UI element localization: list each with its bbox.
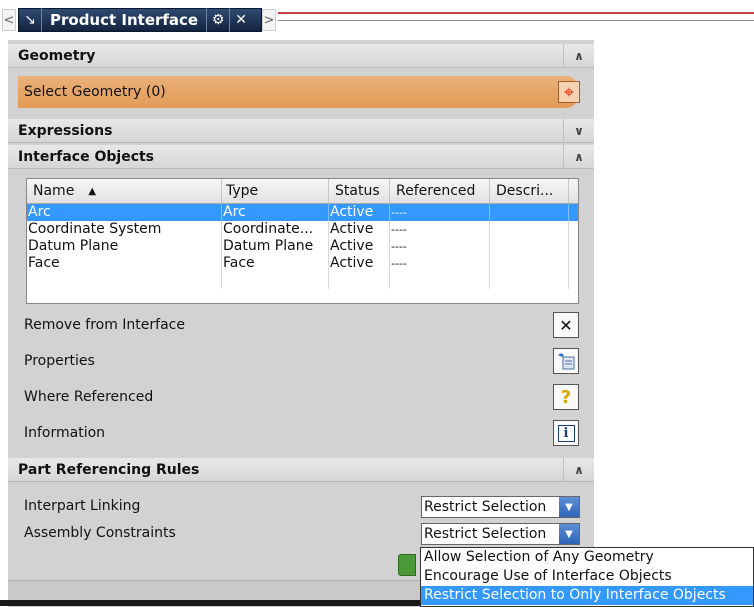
title-divider xyxy=(278,12,754,21)
section-expressions-header[interactable]: Expressions ∨ xyxy=(8,119,594,143)
section-geometry-label: Geometry xyxy=(18,47,96,64)
cell-name: Face xyxy=(27,255,222,272)
chevron-up-icon[interactable]: ∧ xyxy=(563,458,594,481)
cell-description xyxy=(490,255,569,272)
panel-title: Product Interface xyxy=(42,8,208,32)
table-row[interactable]: Arc Arc Active ---- xyxy=(27,204,578,221)
information-row: Information xyxy=(24,418,105,448)
section-part-referencing-rules-label: Part Referencing Rules xyxy=(18,461,200,478)
where-referenced-button[interactable]: ? xyxy=(553,384,579,410)
section-part-referencing-rules-header[interactable]: Part Referencing Rules ∧ xyxy=(8,458,594,482)
cell-name: Coordinate System xyxy=(27,221,222,238)
interpart-linking-value: Restrict Selection xyxy=(424,499,547,515)
product-interface-tab[interactable]: ↘ Product Interface ⚙ ✕ xyxy=(18,8,262,32)
information-button[interactable]: i xyxy=(553,420,579,446)
chevron-down-icon[interactable]: ∨ xyxy=(563,119,594,142)
cell-empty xyxy=(27,272,222,289)
cell-type: Arc xyxy=(222,204,329,221)
cell-description xyxy=(490,204,569,221)
remove-from-interface-label: Remove from Interface xyxy=(24,317,185,333)
information-label: Information xyxy=(24,425,106,441)
column-header-type[interactable]: Type xyxy=(222,179,329,203)
interpart-linking-select[interactable]: Restrict Selection ▼ xyxy=(421,496,580,518)
dropdown-option-selected[interactable]: Restrict Selection to Only Interface Obj… xyxy=(421,586,753,605)
section-interface-objects-label: Interface Objects xyxy=(18,148,155,165)
select-geometry-label: Select Geometry (0) xyxy=(24,84,166,100)
assembly-constraints-label: Assembly Constraints xyxy=(24,525,176,541)
properties-icon xyxy=(558,353,575,370)
dropdown-option[interactable]: Allow Selection of Any Geometry xyxy=(421,548,753,567)
cell-referenced: ---- xyxy=(390,255,490,272)
product-interface-panel: Geometry ∧ Select Geometry (0) ⌖ Express… xyxy=(8,40,594,607)
cell-status: Active xyxy=(329,255,390,272)
cell-referenced: ---- xyxy=(390,238,490,255)
section-interface-objects-header[interactable]: Interface Objects ∧ xyxy=(8,145,594,169)
ok-button[interactable] xyxy=(398,554,416,576)
close-icon[interactable]: ✕ xyxy=(230,8,252,32)
cell-referenced: ---- xyxy=(390,221,490,238)
dropdown-option[interactable]: Encourage Use of Interface Objects xyxy=(421,567,753,586)
cell-status: Active xyxy=(329,204,390,221)
properties-row: Properties xyxy=(24,346,95,376)
cell-status: Active xyxy=(329,238,390,255)
remove-x-icon: ✕ xyxy=(559,315,573,335)
crosshair-icon[interactable]: ⌖ xyxy=(558,81,580,103)
column-header-description[interactable]: Descri... xyxy=(490,179,569,203)
column-header-referenced[interactable]: Referenced xyxy=(390,179,490,203)
chevron-up-icon[interactable]: ∧ xyxy=(563,44,594,67)
gear-icon[interactable]: ⚙ xyxy=(207,8,231,32)
where-referenced-row: Where Referenced xyxy=(24,382,153,412)
dropdown-options-list[interactable]: Allow Selection of Any Geometry Encourag… xyxy=(420,547,754,607)
dropdown-arrow-icon[interactable]: ▼ xyxy=(559,497,579,517)
cell-type: Coordinate... xyxy=(222,221,329,238)
cell-referenced: ---- xyxy=(390,204,490,221)
assembly-constraints-select[interactable]: Restrict Selection ▼ xyxy=(421,523,580,545)
interface-objects-table[interactable]: Name ▲ Type Status Referenced Descri... … xyxy=(26,178,579,304)
cell-description xyxy=(490,238,569,255)
nav-left-button[interactable]: < xyxy=(2,9,16,31)
info-icon: i xyxy=(557,424,575,442)
pin-icon[interactable]: ↘ xyxy=(19,8,42,32)
question-mark-icon: ? xyxy=(560,386,572,408)
cell-name: Arc xyxy=(27,204,222,221)
cell-empty xyxy=(222,272,329,289)
cell-empty xyxy=(329,272,390,289)
cell-empty xyxy=(490,272,569,289)
column-header-status[interactable]: Status xyxy=(329,179,390,203)
cell-status: Active xyxy=(329,221,390,238)
cell-type: Datum Plane xyxy=(222,238,329,255)
nav-right-button[interactable]: > xyxy=(262,9,276,31)
cell-description xyxy=(490,221,569,238)
properties-label: Properties xyxy=(24,353,95,369)
where-referenced-label: Where Referenced xyxy=(24,389,154,405)
table-row[interactable]: Datum Plane Datum Plane Active ---- xyxy=(27,238,578,255)
properties-button[interactable] xyxy=(553,348,579,374)
section-geometry-header[interactable]: Geometry ∧ xyxy=(8,44,594,68)
sort-ascending-icon: ▲ xyxy=(88,185,97,197)
cell-name: Datum Plane xyxy=(27,238,222,255)
table-header: Name ▲ Type Status Referenced Descri... xyxy=(27,179,578,204)
assembly-constraints-value: Restrict Selection xyxy=(424,526,547,542)
table-row[interactable]: Coordinate System Coordinate... Active -… xyxy=(27,221,578,238)
column-header-name[interactable]: Name ▲ xyxy=(27,179,222,203)
section-expressions-label: Expressions xyxy=(18,122,113,139)
remove-from-interface-row: Remove from Interface xyxy=(24,310,185,340)
column-name-label: Name xyxy=(33,183,75,199)
dropdown-arrow-icon[interactable]: ▼ xyxy=(559,524,579,544)
select-geometry-bar[interactable]: Select Geometry (0) ⌖ xyxy=(18,76,580,108)
table-row-empty xyxy=(27,272,578,289)
cell-empty xyxy=(390,272,490,289)
cell-type: Face xyxy=(222,255,329,272)
chevron-up-icon[interactable]: ∧ xyxy=(563,145,594,168)
interpart-linking-label: Interpart Linking xyxy=(24,498,141,514)
remove-from-interface-button[interactable]: ✕ xyxy=(553,312,579,338)
table-row[interactable]: Face Face Active ---- xyxy=(27,255,578,272)
